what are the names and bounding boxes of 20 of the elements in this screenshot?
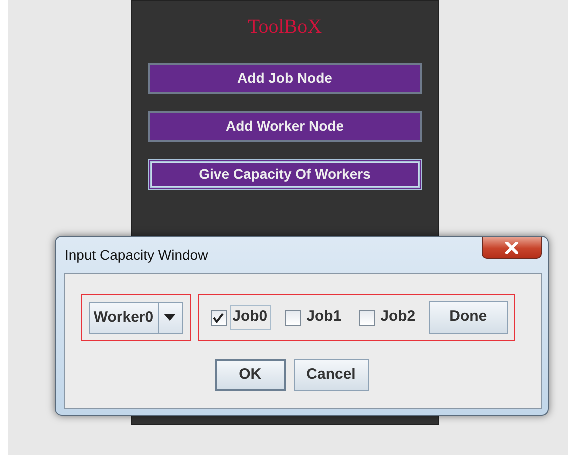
checkbox[interactable] [284, 310, 301, 326]
dropdown-value: Worker0 [92, 308, 155, 328]
worker-dropdown[interactable]: Worker0 [88, 302, 183, 334]
checkbox-label: Job2 [380, 307, 417, 328]
close-icon [505, 242, 519, 254]
close-button[interactable] [482, 237, 542, 259]
toolbox-button[interactable]: Give Capacity Of Workers [148, 159, 422, 190]
window-title: Input Capacity Window [65, 246, 208, 265]
checkmark-icon [213, 312, 224, 322]
done-button[interactable]: Done [428, 301, 508, 334]
toolbox-button[interactable]: Add Worker Node [148, 111, 422, 142]
checkbox[interactable] [358, 310, 375, 326]
toolbox-button[interactable]: Add Job Node [148, 63, 422, 94]
caret-icon [164, 314, 176, 321]
dialog-button[interactable]: OK [215, 359, 286, 391]
checkbox-label: Job1 [306, 307, 343, 328]
checkbox[interactable] [210, 310, 227, 326]
toolbox-title: ToolBoX [248, 15, 322, 40]
dialog-button[interactable]: Cancel [294, 359, 369, 391]
checkbox-label: Job0 [230, 305, 271, 330]
